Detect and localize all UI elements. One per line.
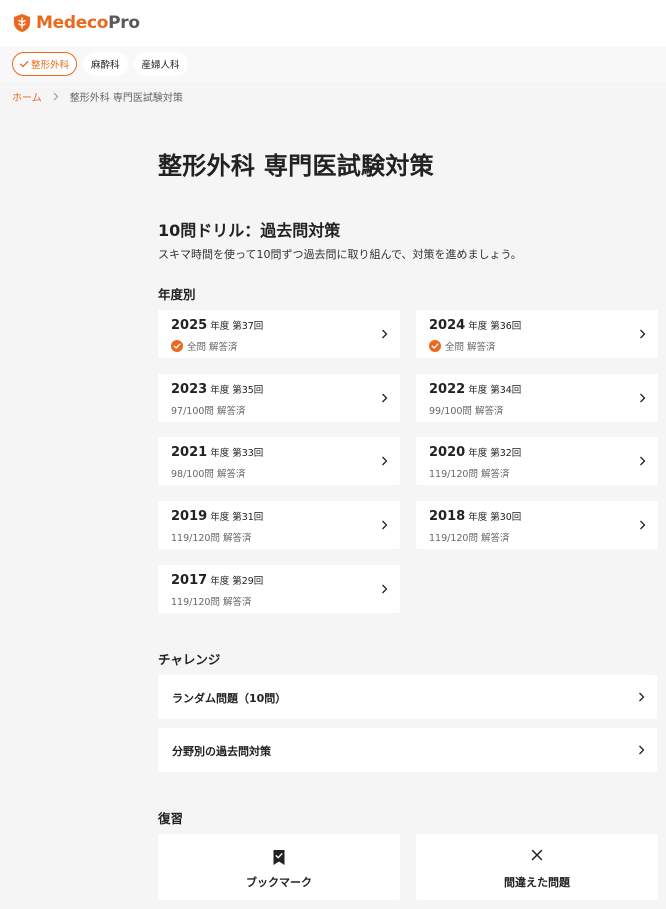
year-card-2024[interactable]: 2024 年度 第36回 全問 解答済 <box>416 310 658 358</box>
specialty-tabs: 整形外科 麻酔科 産婦人科 <box>0 46 666 82</box>
chevron-right-icon <box>639 456 646 467</box>
chevron-right-icon <box>639 520 646 531</box>
app-header: MedecoPro <box>0 0 666 46</box>
random-questions-button[interactable]: ランダム問題（10問） <box>158 675 657 719</box>
chevron-right-icon <box>639 329 646 340</box>
logo-shield-icon <box>14 14 30 32</box>
chevron-right-icon <box>381 520 388 531</box>
drill-description: スキマ時間を使って10問ずつ過去問に取り組んで、対策を進めましょう。 <box>158 248 522 261</box>
chevron-right-icon <box>53 92 59 101</box>
chip-anesthesiology[interactable]: 麻酔科 <box>83 52 128 76</box>
bookmark-button[interactable]: ブックマーク <box>158 834 400 900</box>
section-label-review: 復習 <box>158 811 184 826</box>
year-card-2020[interactable]: 2020 年度 第32回 119/120問 解答済 <box>416 437 658 485</box>
page-title: 整形外科 専門医試験対策 <box>158 152 434 180</box>
drill-title: 10問ドリル：過去問対策 <box>158 221 341 240</box>
check-icon <box>19 59 29 69</box>
chevron-right-icon <box>639 393 646 404</box>
section-label-challenge: チャレンジ <box>158 652 221 667</box>
bookmark-check-icon <box>272 849 286 866</box>
logo-text[interactable]: MedecoPro <box>36 13 140 33</box>
chevron-right-icon <box>381 329 388 340</box>
breadcrumb-current: 整形外科 専門医試験対策 <box>69 92 183 104</box>
breadcrumb: ホーム 整形外科 専門医試験対策 <box>12 89 183 104</box>
year-card-2022[interactable]: 2022 年度 第34回 99/100問 解答済 <box>416 374 658 422</box>
chip-orthopedics[interactable]: 整形外科 <box>12 52 78 76</box>
year-card-2025[interactable]: 2025 年度 第37回 全問 解答済 <box>158 310 400 358</box>
year-card-2018[interactable]: 2018 年度 第30回 119/120問 解答済 <box>416 501 658 549</box>
breadcrumb-home-link[interactable]: ホーム <box>12 89 42 104</box>
year-card-2019[interactable]: 2019 年度 第31回 119/120問 解答済 <box>158 501 400 549</box>
year-card-2021[interactable]: 2021 年度 第33回 98/100問 解答済 <box>158 437 400 485</box>
year-card-2017[interactable]: 2017 年度 第29回 119/120問 解答済 <box>158 565 400 613</box>
chevron-right-icon <box>381 393 388 404</box>
field-questions-button[interactable]: 分野別の過去問対策 <box>158 728 657 772</box>
mistakes-button[interactable]: 間違えた問題 <box>416 834 658 900</box>
chip-obstetrics[interactable]: 産婦人科 <box>133 52 188 76</box>
check-circle-icon <box>171 340 183 352</box>
year-card-2023[interactable]: 2023 年度 第35回 97/100問 解答済 <box>158 374 400 422</box>
section-label-yearly: 年度別 <box>158 287 196 302</box>
chevron-right-icon <box>381 456 388 467</box>
chevron-right-icon <box>638 692 645 703</box>
chevron-right-icon <box>638 745 645 756</box>
chevron-right-icon <box>381 584 388 595</box>
check-circle-icon <box>429 340 441 352</box>
close-icon <box>531 849 543 861</box>
